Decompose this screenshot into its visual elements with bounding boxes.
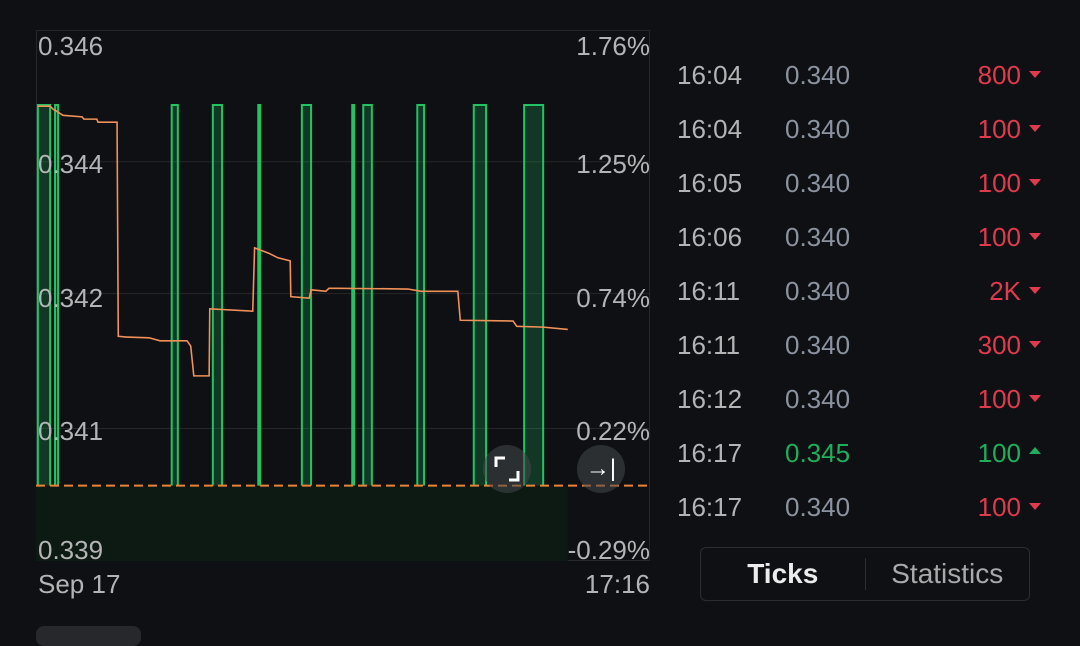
tick-volume: 100 bbox=[977, 438, 1021, 468]
fullscreen-button[interactable] bbox=[483, 445, 531, 493]
tab-ticks[interactable]: Ticks bbox=[701, 558, 865, 590]
x-tick-start: Sep 17 bbox=[38, 569, 121, 599]
triangle-up-icon bbox=[1029, 447, 1041, 454]
ticks-row: 16:11 0.340 2K bbox=[677, 276, 1047, 330]
triangle-down-icon bbox=[1029, 503, 1041, 510]
volume-bar bbox=[211, 104, 224, 486]
y-tick-right: -0.29% bbox=[567, 535, 650, 565]
x-tick-end: 17:16 bbox=[584, 569, 650, 599]
ticks-row: 16:05 0.340 100 bbox=[677, 168, 1047, 222]
ticks-row: 16:04 0.340 800 bbox=[677, 60, 1047, 114]
below-close-area bbox=[36, 485, 568, 561]
tick-time: 16:17 bbox=[677, 492, 743, 522]
tick-time: 16:04 bbox=[677, 114, 743, 144]
tick-price: 0.340 bbox=[785, 330, 851, 360]
tick-price: 0.340 bbox=[785, 168, 851, 198]
ticks-row: 16:11 0.340 300 bbox=[677, 330, 1047, 384]
volume-bar bbox=[351, 104, 356, 486]
ticks-row-partial bbox=[677, 4, 1047, 26]
bottom-button[interactable] bbox=[36, 626, 141, 646]
tick-volume: 800 bbox=[977, 60, 1021, 90]
volume-bar bbox=[472, 104, 488, 486]
ticks-row: 16:06 0.340 100 bbox=[677, 222, 1047, 276]
triangle-down-icon bbox=[1029, 341, 1041, 348]
triangle-down-icon bbox=[1029, 71, 1041, 78]
ticks-row: 16:04 0.340 100 bbox=[677, 114, 1047, 168]
triangle-down-icon bbox=[1029, 233, 1041, 240]
triangle-down-icon bbox=[1029, 125, 1041, 132]
tick-volume: 100 bbox=[977, 222, 1021, 252]
y-tick-right: 0.22% bbox=[576, 416, 650, 446]
tick-time: 16:04 bbox=[677, 60, 743, 90]
tick-time: 16:12 bbox=[677, 384, 743, 414]
tick-volume: 100 bbox=[977, 114, 1021, 144]
y-tick-left: 0.342 bbox=[38, 283, 104, 313]
y-tick-right: 1.25% bbox=[576, 149, 650, 179]
ticks-row: 16:17 0.340 100 bbox=[677, 492, 1047, 546]
tick-price: 0.340 bbox=[785, 492, 851, 522]
tick-price: 0.340 bbox=[785, 60, 851, 90]
tick-time: 16:06 bbox=[677, 222, 743, 252]
tick-time: 16:11 bbox=[677, 330, 741, 360]
y-tick-left: 0.339 bbox=[38, 535, 104, 565]
volume-bar bbox=[362, 104, 373, 486]
tick-price: 0.340 bbox=[785, 276, 851, 306]
triangle-down-icon bbox=[1029, 287, 1041, 294]
volume-bar bbox=[257, 104, 262, 486]
tick-price: 0.340 bbox=[785, 114, 851, 144]
y-tick-right: 0.74% bbox=[576, 283, 650, 313]
tick-time: 16:11 bbox=[677, 276, 741, 306]
tick-time: 16:05 bbox=[677, 168, 743, 198]
jump-to-latest-button[interactable]: →| bbox=[577, 445, 625, 493]
tick-time: 16:17 bbox=[677, 438, 743, 468]
volume-bar bbox=[170, 104, 179, 486]
tick-volume: 100 bbox=[977, 168, 1021, 198]
tick-volume: 2K bbox=[989, 276, 1021, 306]
ticks-row: 16:12 0.340 100 bbox=[677, 384, 1047, 438]
triangle-down-icon bbox=[1029, 179, 1041, 186]
tick-volume: 100 bbox=[977, 384, 1021, 414]
tick-volume: 100 bbox=[977, 492, 1021, 522]
expand-corners-icon bbox=[494, 456, 520, 482]
tick-price: 0.345 bbox=[785, 438, 851, 468]
tick-price: 0.340 bbox=[785, 384, 851, 414]
y-tick-left: 0.341 bbox=[38, 416, 104, 446]
tick-price: 0.340 bbox=[785, 222, 851, 252]
volume-bar bbox=[416, 104, 426, 486]
price-volume-chart[interactable] bbox=[36, 30, 650, 561]
volume-bar bbox=[523, 104, 545, 486]
tab-statistics[interactable]: Statistics bbox=[864, 558, 1030, 590]
y-tick-right: 1.76% bbox=[576, 31, 650, 61]
tick-volume: 300 bbox=[977, 330, 1021, 360]
tabs: Ticks Statistics bbox=[700, 547, 1030, 601]
y-tick-left: 0.346 bbox=[38, 31, 104, 61]
triangle-down-icon bbox=[1029, 395, 1041, 402]
arrow-to-end-icon: →| bbox=[585, 455, 617, 482]
ticks-row: 16:17 0.345 100 bbox=[677, 438, 1047, 492]
y-tick-left: 0.344 bbox=[38, 149, 104, 179]
